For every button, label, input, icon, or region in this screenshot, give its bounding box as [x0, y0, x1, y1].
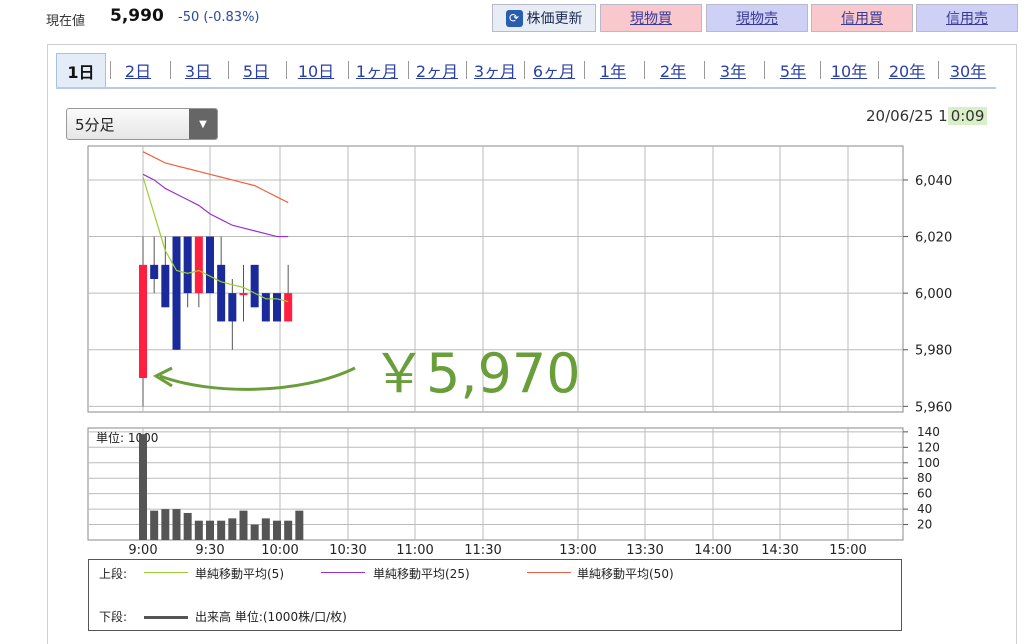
legend-ma50-label: 単純移動平均(50) — [577, 567, 674, 581]
legend-ma25-label: 単純移動平均(25) — [373, 567, 470, 581]
price-tick-label: 6,000 — [915, 287, 952, 302]
legend-ma5-swatch — [144, 572, 188, 573]
candle-body — [150, 264, 159, 279]
volume-tick-label: 100 — [917, 456, 940, 470]
volume-bar — [194, 520, 203, 540]
candle-body — [139, 264, 147, 379]
candle-body — [217, 264, 226, 322]
x-tick-label: 11:00 — [396, 543, 433, 558]
price-tick-label: 5,980 — [915, 344, 952, 359]
x-tick-label: 13:00 — [559, 543, 596, 558]
candle-body — [172, 236, 181, 350]
volume-bar — [183, 512, 192, 540]
volume-bar — [273, 520, 281, 540]
price-tick-label: 5,960 — [915, 400, 952, 415]
x-tick-label: 10:00 — [261, 543, 298, 558]
price-tick-label: 6,040 — [915, 174, 952, 189]
volume-bar — [206, 520, 214, 540]
volume-bar — [239, 510, 248, 540]
candle-body — [194, 236, 203, 294]
annotation-price: ￥5,970 — [372, 342, 581, 405]
volume-bar — [139, 434, 147, 540]
x-tick-label: 9:30 — [195, 543, 224, 558]
legend-upper-label: 上段: — [99, 567, 128, 581]
legend-lower-label: 下段: — [99, 610, 128, 624]
legend-ma50-swatch — [527, 572, 571, 573]
legend-ma5-label: 単純移動平均(5) — [195, 567, 284, 581]
volume-bar — [172, 509, 181, 540]
volume-unit-label: 単位: 1000 — [96, 430, 158, 445]
candle-body — [183, 236, 192, 294]
volume-tick-label: 20 — [917, 518, 932, 532]
volume-bar — [228, 518, 237, 540]
volume-tick-label: 60 — [917, 487, 932, 501]
volume-bar — [150, 510, 159, 540]
legend-volume-swatch — [144, 616, 188, 619]
candle-body — [239, 293, 248, 296]
volume-bar — [261, 518, 270, 540]
candle-body — [228, 293, 237, 322]
x-tick-label: 15:00 — [829, 543, 866, 558]
volume-bar — [295, 510, 304, 540]
volume-bar — [217, 520, 226, 540]
volume-tick-label: 80 — [917, 471, 932, 485]
stock-chart: 9:00 9:30 10:00 10:30 11:00 11:30 13:00 13:30 14… — [87, 145, 952, 558]
candle-body — [273, 293, 281, 322]
volume-bar — [161, 509, 170, 540]
candle-body — [161, 264, 170, 308]
volume-bar — [284, 520, 293, 540]
x-tick-label: 14:00 — [694, 543, 731, 558]
legend-volume-label: 出来高 単位:(1000株/口/枚) — [195, 610, 347, 624]
x-tick-label: 9:00 — [128, 543, 157, 558]
chart-legend: 上段: 単純移動平均(5) 単純移動平均(25) 単純移動平均(50) 下段: … — [88, 559, 902, 631]
price-tick-label: 6,020 — [915, 231, 952, 246]
volume-bar — [250, 524, 259, 540]
legend-ma25-swatch — [321, 572, 365, 573]
volume-tick-label: 120 — [917, 440, 940, 454]
x-tick-label: 13:30 — [626, 543, 663, 558]
x-tick-label: 10:30 — [329, 543, 366, 558]
x-tick-label: 14:30 — [761, 543, 798, 558]
x-tick-label: 11:30 — [464, 543, 501, 558]
volume-tick-label: 140 — [917, 425, 940, 439]
candle-body — [284, 293, 293, 322]
candle-body — [206, 236, 214, 294]
volume-tick-label: 40 — [917, 502, 932, 516]
candle-body — [250, 264, 259, 308]
